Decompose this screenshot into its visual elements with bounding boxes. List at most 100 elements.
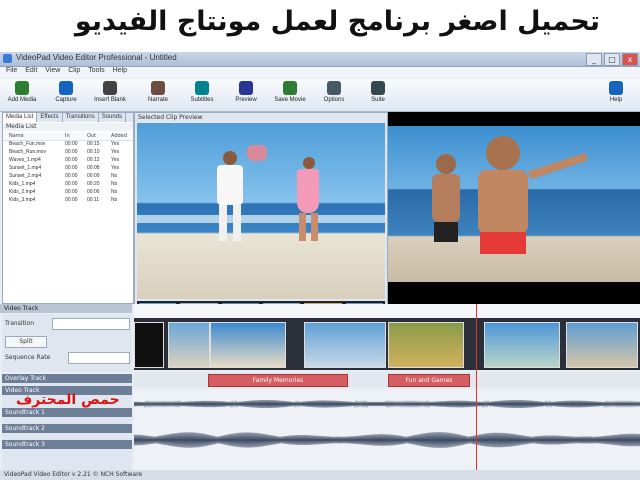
track-label-overlay: Overlay Track: [2, 374, 132, 383]
add-media-button[interactable]: Add Media: [2, 81, 42, 109]
media-list-row[interactable]: Kids_3.mp4 00:00 00:11 No: [3, 197, 133, 204]
media-cell-added: Yes: [111, 157, 120, 163]
video-clip[interactable]: [134, 322, 164, 368]
col-added[interactable]: Added: [111, 132, 127, 140]
man-leg-left: [219, 205, 227, 241]
media-cell-added: No: [111, 197, 118, 203]
col-out[interactable]: Out: [87, 132, 96, 140]
insert-blank-button[interactable]: Insert Blank: [90, 81, 130, 109]
boy-large-head: [486, 136, 520, 170]
text-clip-fun-and-games[interactable]: Fun and Games: [388, 374, 470, 387]
menu-file[interactable]: File: [6, 67, 17, 74]
media-cell-added: Yes: [111, 141, 120, 147]
track-labels: Overlay Track Video Track Soundtrack 1 S…: [2, 374, 132, 480]
subtitles-icon: [195, 81, 209, 95]
tab-media-list[interactable]: Media List: [3, 113, 38, 122]
media-list-row[interactable]: Beach_Fun.mov 00:00 00:15 Yes: [3, 141, 133, 148]
timeline-ruler[interactable]: [134, 304, 640, 319]
media-cell-out: 00:09: [87, 173, 100, 179]
media-list-columns: Name In Out Added: [3, 132, 133, 141]
timeline-header-text: Video Track: [4, 305, 39, 312]
boy-large-shorts: [480, 232, 526, 254]
overlay-track: Family Memories Fun and Games: [134, 372, 640, 388]
media-cell-in: 00:00: [65, 189, 78, 195]
video-clip[interactable]: [168, 322, 210, 368]
toolbar: Add Media Capture Insert Blank Narrate S…: [0, 79, 640, 112]
capture-icon: [59, 81, 73, 95]
woman-leg-right: [311, 213, 318, 241]
menu-view[interactable]: View: [45, 67, 60, 74]
woman-leg-left: [299, 213, 306, 241]
woman-head: [303, 157, 315, 169]
add-media-icon: [15, 81, 29, 95]
tab-transitions[interactable]: Transitions: [63, 113, 99, 122]
playhead[interactable]: [476, 304, 477, 480]
clip-preview-panel: Selected Clip Preview: [134, 112, 388, 332]
video-clip[interactable]: [210, 322, 286, 368]
media-cell-in: 00:00: [65, 149, 78, 155]
media-cell-in: 00:00: [65, 141, 78, 147]
maximize-button[interactable]: □: [604, 53, 620, 66]
help-button[interactable]: Help: [596, 81, 636, 109]
capture-button[interactable]: Capture: [46, 81, 86, 109]
boy-small-shorts: [434, 222, 458, 242]
minimize-button[interactable]: _: [586, 53, 602, 66]
sequence-rate-select[interactable]: [68, 352, 130, 364]
media-cell-added: No: [111, 189, 118, 195]
media-cell-out: 00:10: [87, 149, 100, 155]
video-clip[interactable]: [388, 322, 464, 368]
app-icon: [3, 54, 12, 63]
suite-button[interactable]: Suite: [358, 81, 398, 109]
text-clip-family-memories[interactable]: Family Memories: [208, 374, 348, 387]
menu-help[interactable]: Help: [113, 67, 127, 74]
video-clip[interactable]: [566, 322, 638, 368]
media-cell-name: Kids_1.mp4: [9, 181, 36, 187]
menu-clip[interactable]: Clip: [68, 67, 80, 74]
tab-effects[interactable]: Effects: [37, 113, 63, 122]
window-controls: _ □ x: [586, 53, 638, 66]
media-list-row[interactable]: Kids_1.mp4 00:00 00:20 No: [3, 181, 133, 188]
media-cell-in: 00:00: [65, 181, 78, 187]
man-leg-right: [233, 205, 241, 241]
audio-tracks: [133, 390, 640, 480]
media-list-row[interactable]: Beach_Run.mov 00:00 00:10 Yes: [3, 149, 133, 156]
menu-edit[interactable]: Edit: [25, 67, 37, 74]
col-in[interactable]: In: [65, 132, 70, 140]
audio-waveform[interactable]: [133, 390, 640, 480]
media-list-row[interactable]: Sunset_2.mp4 00:00 00:09 No: [3, 173, 133, 180]
options-button[interactable]: Options: [314, 81, 354, 109]
preview-icon: [239, 81, 253, 95]
video-clip[interactable]: [304, 322, 386, 368]
media-list-row[interactable]: Kids_2.mp4 00:00 00:06 No: [3, 189, 133, 196]
video-clip[interactable]: [484, 322, 560, 368]
media-cell-out: 00:20: [87, 181, 100, 187]
preview-button[interactable]: Preview: [226, 81, 266, 109]
save-movie-button[interactable]: Save Movie: [270, 81, 310, 109]
video-track: [134, 318, 640, 370]
tab-sounds[interactable]: Sounds: [99, 113, 127, 122]
media-cell-name: Kids_2.mp4: [9, 189, 36, 195]
media-cell-in: 00:00: [65, 157, 78, 163]
col-name[interactable]: Name: [9, 132, 24, 140]
suite-icon: [371, 81, 385, 95]
narrate-icon: [151, 81, 165, 95]
media-cell-added: No: [111, 181, 118, 187]
media-cell-name: Sunset_2.mp4: [9, 173, 42, 179]
close-button[interactable]: x: [622, 53, 638, 66]
narrate-button[interactable]: Narrate: [138, 81, 178, 109]
sequence-rate-label: Sequence Rate: [5, 354, 51, 361]
media-cell-out: 00:06: [87, 189, 100, 195]
subtitles-button[interactable]: Subtitles: [182, 81, 222, 109]
media-list-row[interactable]: Sunset_1.mp4 00:00 00:08 Yes: [3, 165, 133, 172]
media-cell-out: 00:15: [87, 141, 100, 147]
media-cell-out: 00:08: [87, 165, 100, 171]
media-tabs: Media List Effects Transitions Sounds: [3, 113, 133, 122]
menu-tools[interactable]: Tools: [88, 67, 104, 74]
banner: تحميل اصغر برنامج لعمل مونتاج الفيديو: [0, 0, 640, 52]
menu-bar: File Edit View Clip Tools Help: [0, 67, 640, 78]
media-list-row[interactable]: Waves_1.mp4 00:00 00:12 Yes: [3, 157, 133, 164]
media-list-title: Media List: [3, 123, 133, 131]
woman-dress: [297, 169, 319, 213]
split-button[interactable]: Split: [5, 336, 47, 348]
transition-select[interactable]: [52, 318, 130, 330]
